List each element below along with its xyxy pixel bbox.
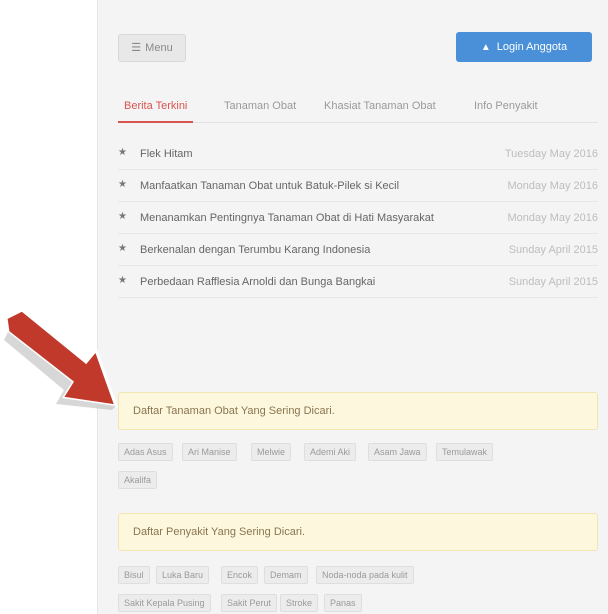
star-icon: ★ <box>118 243 127 254</box>
disease-tag[interactable]: Noda-noda pada kulit <box>316 566 414 584</box>
main-panel: ☰ Menu ▲ Login Anggota Berita Terkini Tana… <box>97 0 608 614</box>
disease-tag[interactable]: Demam <box>264 566 308 584</box>
plant-tag[interactable]: Ademi Aki <box>304 443 357 461</box>
tab-khasiat-tanaman-obat[interactable]: Khasiat Tanaman Obat <box>318 95 442 123</box>
disease-tag[interactable]: Stroke <box>280 594 319 612</box>
news-tabs: Berita Terkini Tanaman Obat Khasiat Tana… <box>118 95 598 123</box>
plant-tag[interactable]: Asam Jawa <box>368 443 427 461</box>
star-icon: ★ <box>118 179 127 190</box>
tab-label: Tanaman Obat <box>224 100 297 112</box>
news-title[interactable]: Menanamkan Pentingnya Tanaman Obat di Ha… <box>140 212 434 224</box>
annotation-arrow <box>4 310 119 410</box>
news-title[interactable]: Manfaatkan Tanaman Obat untuk Batuk-Pile… <box>140 180 399 192</box>
tab-label: Berita Terkini <box>124 100 188 112</box>
plant-tag[interactable]: Melwie <box>251 443 292 461</box>
list-item[interactable]: ★ Manfaatkan Tanaman Obat untuk Batuk-Pi… <box>118 170 598 202</box>
disease-tag[interactable]: Encok <box>221 566 259 584</box>
star-icon: ★ <box>118 211 127 222</box>
disease-tag[interactable]: Panas <box>324 594 362 612</box>
plant-tag[interactable]: Adas Asus <box>118 443 173 461</box>
login-label: Login Anggota <box>496 41 568 53</box>
star-icon: ★ <box>118 275 127 286</box>
menu-button[interactable]: ☰ Menu <box>118 34 186 62</box>
news-title[interactable]: Flek Hitam <box>140 148 193 160</box>
top-bar: ☰ Menu ▲ Login Anggota <box>118 32 598 64</box>
disease-tag[interactable]: Bisul <box>118 566 150 584</box>
news-date: Tuesday May 2016 <box>504 148 598 160</box>
disease-search-box: Daftar Penyakit Yang Sering Dicari. <box>118 513 598 551</box>
plant-tag[interactable]: Akalifa <box>118 471 158 489</box>
menu-label: Menu <box>145 42 173 54</box>
arrow-shape <box>4 310 119 408</box>
plant-tag[interactable]: Ari Manise <box>182 443 237 461</box>
news-list: ★ Flek Hitam Tuesday May 2016 ★ Manfaatk… <box>118 138 598 298</box>
plants-box-label: Daftar Tanaman Obat Yang Sering Dicari. <box>133 405 335 417</box>
list-item[interactable]: ★ Flek Hitam Tuesday May 2016 <box>118 138 598 170</box>
tab-tanaman-obat[interactable]: Tanaman Obat <box>218 95 302 123</box>
news-title[interactable]: Berkenalan dengan Terumbu Karang Indones… <box>140 244 370 256</box>
disease-box-label: Daftar Penyakit Yang Sering Dicari. <box>133 526 306 538</box>
user-icon: ▲ <box>480 42 491 53</box>
disease-tag[interactable]: Luka Baru <box>156 566 210 584</box>
news-date: Sunday April 2015 <box>508 276 598 288</box>
star-icon: ★ <box>118 147 127 158</box>
plant-tag[interactable]: Temulawak <box>436 443 494 461</box>
disease-tag[interactable]: Sakit Perut <box>221 594 278 612</box>
list-item[interactable]: ★ Berkenalan dengan Terumbu Karang Indon… <box>118 234 598 266</box>
hamburger-icon: ☰ <box>131 42 142 54</box>
news-title[interactable]: Perbedaan Rafflesia Arnoldi dan Bunga Ba… <box>140 276 375 288</box>
news-date: Monday May 2016 <box>507 212 599 224</box>
news-date: Sunday April 2015 <box>508 244 598 256</box>
disease-tag[interactable]: Sakit Kepala Pusing <box>118 594 211 612</box>
login-button[interactable]: ▲ Login Anggota <box>456 32 592 62</box>
tab-label: Info Penyakit <box>474 100 538 112</box>
list-item[interactable]: ★ Perbedaan Rafflesia Arnoldi dan Bunga … <box>118 266 598 298</box>
tab-berita-terkini[interactable]: Berita Terkini <box>118 95 194 123</box>
list-item[interactable]: ★ Menanamkan Pentingnya Tanaman Obat di … <box>118 202 598 234</box>
news-date: Monday May 2016 <box>507 180 599 192</box>
tab-info-penyakit[interactable]: Info Penyakit <box>468 95 544 123</box>
tab-label: Khasiat Tanaman Obat <box>324 100 436 112</box>
plants-search-box: Daftar Tanaman Obat Yang Sering Dicari. <box>118 392 598 430</box>
